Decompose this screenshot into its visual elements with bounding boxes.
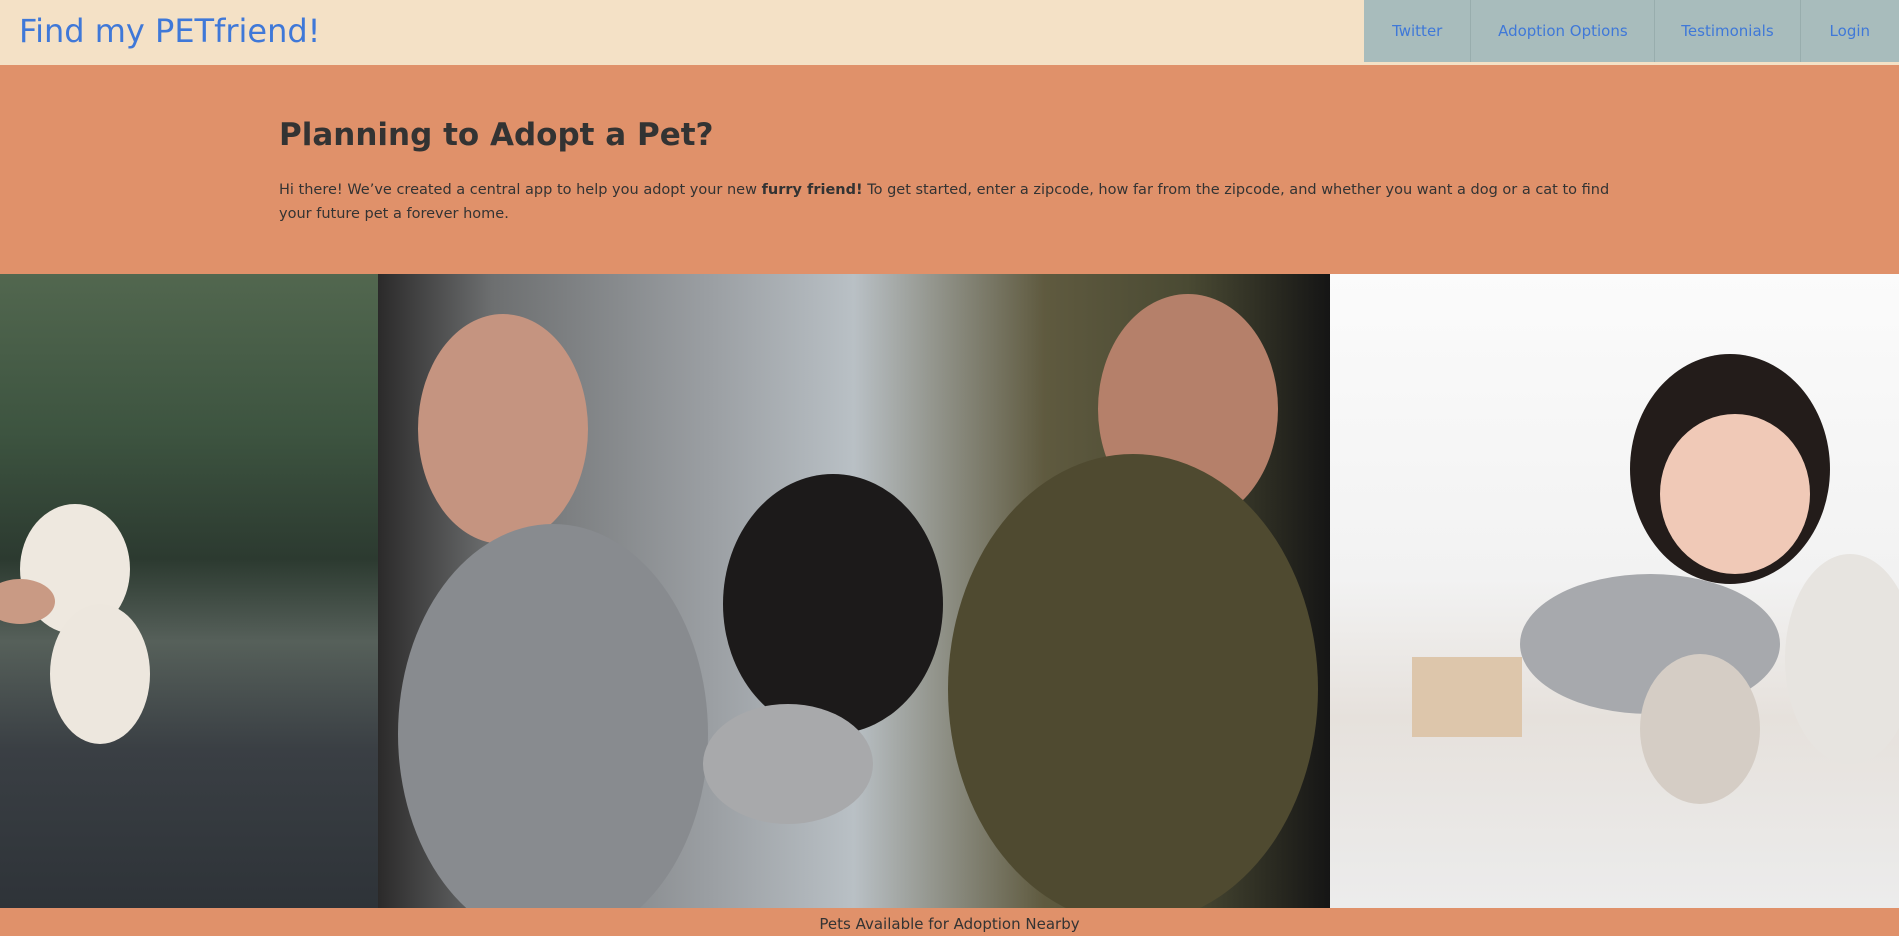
top-navigation-bar: Find my PETfriend! Twitter Adoption Opti… [0, 0, 1899, 65]
section-footer-bar: Pets Available for Adoption Nearby [0, 908, 1899, 936]
dog-on-walk-photo [0, 274, 378, 908]
couple-with-dog-photo [378, 274, 1330, 908]
intro-text-emphasis: furry friend! [761, 182, 863, 198]
nav-login[interactable]: Login [1799, 0, 1899, 62]
pets-nearby-heading: Pets Available for Adoption Nearby [819, 915, 1080, 933]
intro-text-start: Hi there! We’ve created a central app to… [279, 182, 762, 198]
woman-shirt [398, 524, 708, 908]
dog-chest [703, 704, 873, 824]
dog-head [723, 474, 943, 734]
cat-left [1640, 654, 1760, 804]
nav-twitter[interactable]: Twitter [1364, 0, 1470, 62]
bedside-box [1412, 657, 1522, 737]
girl-face [1660, 414, 1810, 574]
girl-with-cats-photo [1330, 274, 1899, 908]
man-shirt [948, 454, 1318, 908]
intro-paragraph: Hi there! We’ve created a central app to… [279, 178, 1624, 226]
brand-link[interactable]: Find my PETfriend! [19, 12, 321, 50]
cat-right [1785, 554, 1899, 764]
woman-face [418, 314, 588, 544]
page-title: Planning to Adopt a Pet? [279, 117, 714, 153]
nav-testimonials[interactable]: Testimonials [1654, 0, 1799, 62]
hero-section: Planning to Adopt a Pet? Hi there! We’ve… [0, 65, 1899, 274]
main-nav: Twitter Adoption Options Testimonials Lo… [1364, 0, 1899, 62]
dog-body [50, 604, 150, 744]
photo-gallery [0, 274, 1899, 908]
nav-adoption-options[interactable]: Adoption Options [1470, 0, 1654, 62]
